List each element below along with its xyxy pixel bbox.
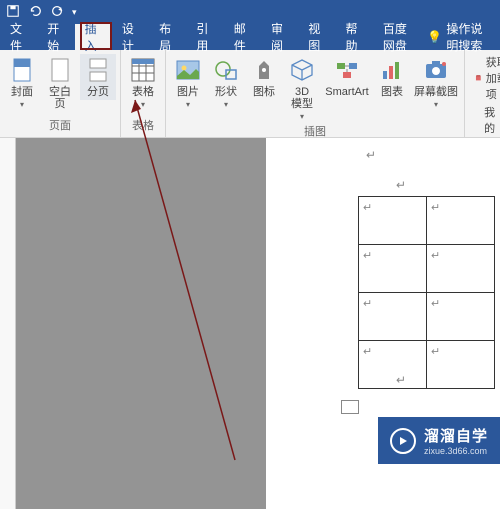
menu-review[interactable]: 审阅 — [261, 24, 298, 50]
paragraph-mark: ↵ — [396, 178, 406, 192]
pictures-button[interactable]: 图片 ▾ — [170, 54, 206, 111]
document-table[interactable]: ↵ ↵ ↵ ↵ ↵ ↵ ↵ ↵ — [358, 196, 495, 389]
menu-tellme[interactable]: 操作说明搜索 — [446, 20, 500, 54]
ribbon-group-pages: 封面 ▾ 空白页 分页 页面 — [0, 50, 121, 137]
table-cell[interactable]: ↵ — [427, 293, 495, 341]
ribbon: 封面 ▾ 空白页 分页 页面 — [0, 50, 500, 138]
table-cell[interactable]: ↵ — [427, 341, 495, 389]
watermark-title: 溜溜自学 — [424, 425, 488, 446]
cover-page-icon — [8, 56, 36, 84]
table-cell[interactable]: ↵ — [359, 341, 427, 389]
blank-page-button[interactable]: 空白页 — [42, 54, 78, 112]
table-cell[interactable]: ↵ — [359, 245, 427, 293]
get-addons-button[interactable]: 获取加载项 — [475, 54, 500, 102]
table-row: ↵ ↵ — [359, 245, 495, 293]
ribbon-group-addons: 获取加载项 我的加载项 ▾ 加载项 — [465, 50, 500, 137]
chart-button[interactable]: 图表 — [374, 54, 410, 100]
chevron-down-icon: ▾ — [300, 112, 304, 121]
menu-help[interactable]: 帮助 — [336, 24, 373, 50]
watermark-url: zixue.3d66.com — [424, 446, 488, 456]
blank-page-icon — [46, 56, 74, 84]
undo-icon[interactable] — [28, 4, 42, 21]
table-row: ↵ ↵ — [359, 341, 495, 389]
menu-layout[interactable]: 布局 — [149, 24, 186, 50]
chevron-down-icon: ▾ — [20, 100, 24, 109]
tellme-bulb-icon: 💡 — [427, 30, 442, 44]
play-icon — [390, 428, 416, 454]
store-icon — [475, 71, 482, 85]
group-label-tables: 表格 — [125, 117, 161, 135]
page-break-icon — [84, 56, 112, 84]
paragraph-mark: ↵ — [366, 148, 376, 162]
chevron-down-icon: ▾ — [186, 100, 190, 109]
text-cursor-indicator — [341, 400, 359, 414]
save-icon[interactable] — [6, 4, 20, 21]
menu-file[interactable]: 文件 — [0, 24, 37, 50]
paragraph-mark: ↵ — [396, 373, 406, 387]
ribbon-group-illustrations: 图片 ▾ 形状 ▾ 图标 3D 模型 ▾ — [166, 50, 465, 137]
table-cell[interactable]: ↵ — [427, 245, 495, 293]
vertical-ruler — [0, 138, 16, 509]
chevron-down-icon: ▾ — [224, 100, 228, 109]
chevron-down-icon: ▾ — [141, 100, 145, 109]
group-label-pages: 页面 — [4, 117, 116, 135]
table-button[interactable]: 表格 ▾ — [125, 54, 161, 111]
menu-home[interactable]: 开始 — [37, 24, 74, 50]
menu-references[interactable]: 引用 — [186, 24, 223, 50]
smartart-icon — [333, 56, 361, 84]
watermark: 溜溜自学 zixue.3d66.com — [378, 417, 500, 464]
menu-baidu[interactable]: 百度网盘 — [373, 24, 428, 50]
icons-icon — [250, 56, 278, 84]
redo-icon[interactable] — [50, 4, 64, 21]
menu-insert[interactable]: 插入 — [75, 24, 112, 50]
cube-3d-icon — [288, 56, 316, 84]
cover-page-button[interactable]: 封面 ▾ — [4, 54, 40, 111]
screenshot-button[interactable]: 屏幕截图 ▾ — [412, 54, 460, 111]
table-cell[interactable]: ↵ — [427, 197, 495, 245]
menubar: 文件 开始 插入 设计 布局 引用 邮件 审阅 视图 帮助 百度网盘 💡 操作说… — [0, 24, 500, 50]
ribbon-group-tables: 表格 ▾ 表格 — [121, 50, 166, 137]
icons-button[interactable]: 图标 — [246, 54, 282, 100]
table-cell[interactable]: ↵ — [359, 293, 427, 341]
chart-icon — [378, 56, 406, 84]
3d-models-button[interactable]: 3D 模型 ▾ — [284, 54, 320, 123]
document-margin — [16, 138, 266, 509]
smartart-button[interactable]: SmartArt — [322, 54, 372, 100]
customize-qat-icon[interactable]: ▾ — [72, 7, 77, 18]
shapes-icon — [212, 56, 240, 84]
screenshot-icon — [422, 56, 450, 84]
menu-mailings[interactable]: 邮件 — [224, 24, 261, 50]
table-icon — [129, 56, 157, 84]
table-cell[interactable]: ↵ — [359, 197, 427, 245]
chevron-down-icon: ▾ — [434, 100, 438, 109]
shapes-button[interactable]: 形状 ▾ — [208, 54, 244, 111]
pictures-icon — [174, 56, 202, 84]
page-break-button[interactable]: 分页 — [80, 54, 116, 100]
table-row: ↵ ↵ — [359, 197, 495, 245]
menu-view[interactable]: 视图 — [298, 24, 335, 50]
table-row: ↵ ↵ — [359, 293, 495, 341]
menu-design[interactable]: 设计 — [112, 24, 149, 50]
